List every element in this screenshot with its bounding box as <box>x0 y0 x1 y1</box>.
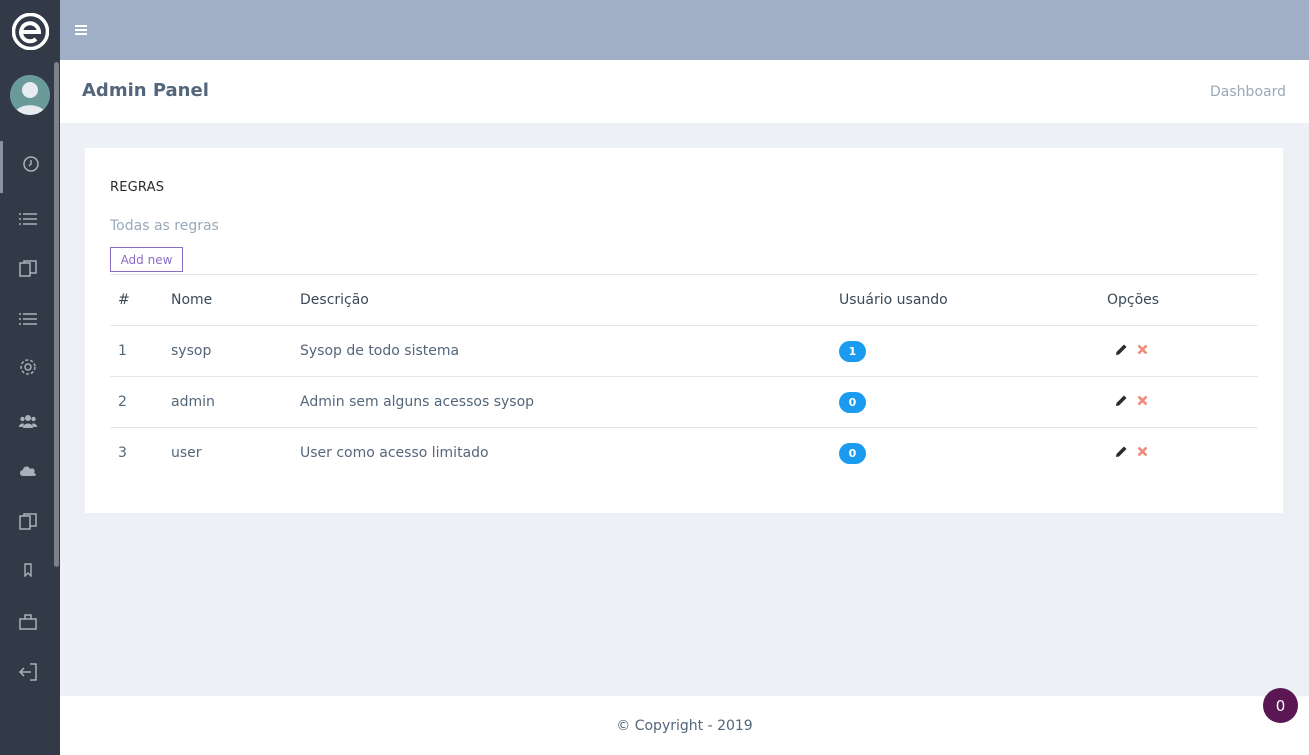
table-header-row: # Nome Descrição Usuário usando Opções <box>110 274 1258 326</box>
users-count-badge: 0 <box>839 442 866 464</box>
users-count-badge: 1 <box>839 340 866 362</box>
row-options <box>1107 427 1258 478</box>
edit-pencil-icon[interactable] <box>1115 394 1128 411</box>
column-header-users: Usuário usando <box>839 274 1107 326</box>
clock-icon[interactable] <box>21 154 41 174</box>
sidebar-scrollbar[interactable] <box>54 62 59 567</box>
breadcrumb-dashboard[interactable]: Dashboard <box>1210 84 1286 100</box>
floating-counter-badge[interactable]: 0 <box>1263 688 1298 723</box>
table-row: 1 sysop Sysop de todo sistema 1 <box>110 325 1258 377</box>
edit-pencil-icon[interactable] <box>1115 445 1128 462</box>
list-icon[interactable] <box>18 209 38 229</box>
copy-icon[interactable] <box>18 512 38 532</box>
row-options <box>1107 325 1258 377</box>
row-users-cell: 1 <box>839 325 1107 377</box>
list-icon[interactable] <box>18 309 38 329</box>
row-options <box>1107 376 1258 428</box>
row-id: 1 <box>110 325 171 377</box>
row-name: user <box>171 427 300 478</box>
column-header-description: Descrição <box>300 274 839 326</box>
delete-x-icon[interactable] <box>1137 445 1148 461</box>
logout-icon[interactable] <box>18 662 38 682</box>
card-subtitle: Todas as regras <box>110 218 219 234</box>
brand-logo-icon[interactable] <box>11 12 50 51</box>
users-icon[interactable] <box>18 411 38 431</box>
briefcase-icon[interactable] <box>18 612 38 632</box>
copyright-text: © Copyright - 2019 <box>616 718 753 734</box>
page-title: Admin Panel <box>82 80 209 101</box>
top-navbar <box>60 0 1309 60</box>
column-header-id: # <box>110 274 171 326</box>
row-users-cell: 0 <box>839 427 1107 478</box>
rules-card: REGRAS Todas as regras Add new # Nome De… <box>85 148 1283 513</box>
users-count-badge: 0 <box>839 391 866 413</box>
edit-pencil-icon[interactable] <box>1115 343 1128 360</box>
avatar[interactable] <box>10 75 50 115</box>
active-indicator <box>0 141 3 193</box>
row-description: User como acesso limitado <box>300 427 839 478</box>
row-description: Admin sem alguns acessos sysop <box>300 376 839 428</box>
footer: © Copyright - 2019 <box>60 696 1309 755</box>
sidebar <box>0 0 60 755</box>
row-name: admin <box>171 376 300 428</box>
delete-x-icon[interactable] <box>1137 343 1148 359</box>
row-description: Sysop de todo sistema <box>300 325 839 377</box>
row-id: 3 <box>110 427 171 478</box>
cloud-icon[interactable] <box>18 461 38 481</box>
card-title: REGRAS <box>110 180 165 195</box>
column-header-options: Opções <box>1107 274 1258 326</box>
delete-x-icon[interactable] <box>1137 394 1148 410</box>
table-row: 3 user User como acesso limitado 0 <box>110 427 1258 478</box>
hamburger-menu-icon[interactable] <box>75 22 88 36</box>
column-header-name: Nome <box>171 274 300 326</box>
copy-icon[interactable] <box>18 259 38 279</box>
add-new-button[interactable]: Add new <box>110 247 183 272</box>
bookmark-icon[interactable] <box>18 560 38 580</box>
row-name: sysop <box>171 325 300 377</box>
row-users-cell: 0 <box>839 376 1107 428</box>
rules-table: # Nome Descrição Usuário usando Opções 1… <box>110 274 1258 478</box>
options-header-label: Opções <box>1107 292 1160 308</box>
gear-icon[interactable] <box>18 357 38 377</box>
table-row: 2 admin Admin sem alguns acessos sysop 0 <box>110 376 1258 428</box>
row-id: 2 <box>110 376 171 428</box>
page-title-bar: Admin Panel Dashboard <box>60 60 1309 123</box>
